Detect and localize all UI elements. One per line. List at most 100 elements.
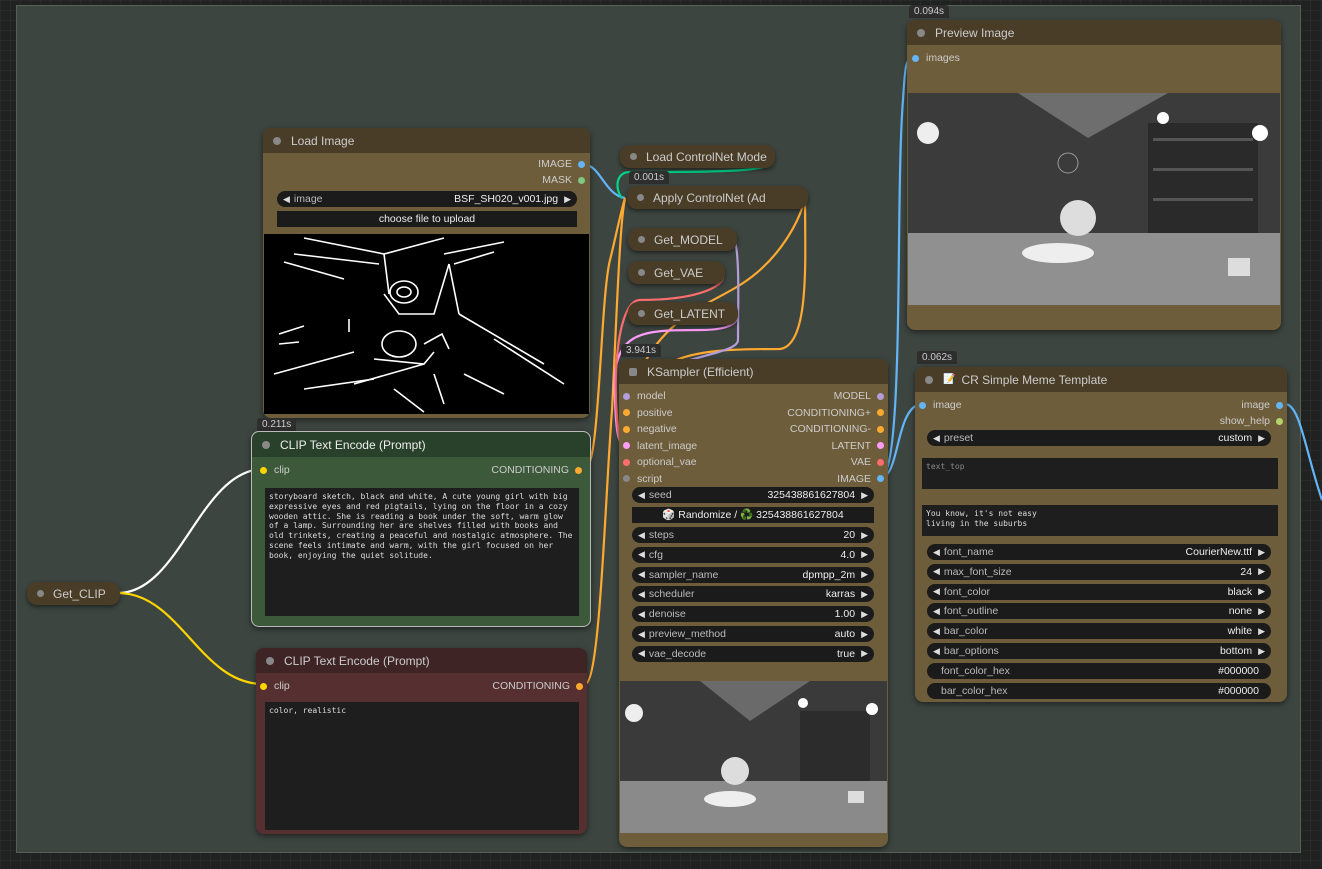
slot-dot-icon[interactable] — [623, 409, 630, 416]
arrow-right-icon[interactable]: ▶ — [861, 490, 868, 501]
input-slot[interactable]: positive — [623, 407, 673, 419]
collapse-dot-icon[interactable] — [629, 367, 637, 376]
text-bottom-textarea[interactable]: You know, it's not easy living in the su… — [922, 505, 1278, 536]
ksampler-widget[interactable]: ◀ cfg 4.0 ▶ — [632, 546, 874, 563]
arrow-left-icon[interactable]: ◀ — [638, 609, 645, 620]
collapse-dot-icon[interactable] — [925, 375, 933, 384]
input-slot[interactable]: latent_image — [623, 440, 697, 452]
slot-dot-icon[interactable] — [623, 442, 630, 449]
output-slot[interactable]: MODEL — [834, 390, 884, 402]
arrow-left-icon[interactable]: ◀ — [638, 569, 645, 580]
input-slot[interactable]: negative — [623, 423, 677, 435]
meme-widget[interactable]: ◀ bar_color white ▶ — [927, 623, 1271, 640]
meme-widget[interactable]: ◀ bar_options bottom ▶ — [927, 643, 1271, 659]
ksampler-widget[interactable]: ◀ preview_method auto ▶ — [632, 626, 874, 642]
arrow-right-icon[interactable]: ▶ — [1258, 433, 1265, 444]
output-conditioning[interactable]: CONDITIONING — [491, 464, 582, 476]
slot-dot-icon[interactable] — [260, 466, 267, 474]
arrow-right-icon[interactable]: ▶ — [1258, 626, 1265, 637]
ksampler-widget[interactable]: ◀ sampler_name dpmpp_2m ▶ — [632, 566, 874, 583]
arrow-right-icon[interactable]: ▶ — [861, 589, 868, 600]
arrow-right-icon[interactable]: ▶ — [1258, 566, 1265, 577]
arrow-left-icon[interactable]: ◀ — [638, 648, 645, 659]
get-vae-node[interactable]: Get_VAE — [628, 261, 725, 284]
arrow-right-icon[interactable]: ▶ — [861, 530, 868, 541]
prompt-textarea[interactable]: color, realistic — [265, 702, 579, 830]
slot-dot-icon[interactable] — [576, 682, 583, 690]
load-image-node[interactable]: Load Image IMAGE MASK ◀ image BSF_SH020_v0… — [263, 128, 590, 418]
arrow-left-icon[interactable]: ◀ — [933, 646, 940, 657]
slot-dot-icon[interactable] — [623, 392, 630, 400]
output-slot[interactable]: IMAGE — [837, 473, 884, 485]
input-clip[interactable]: clip — [260, 680, 290, 692]
arrow-right-icon[interactable]: ▶ — [861, 569, 868, 580]
output-conditioning[interactable]: CONDITIONING — [492, 680, 583, 692]
arrow-left-icon[interactable]: ◀ — [638, 589, 645, 600]
slot-dot-icon[interactable] — [877, 409, 884, 416]
ksampler-widget[interactable]: ◀ vae_decode true ▶ — [632, 645, 874, 662]
slot-dot-icon[interactable] — [623, 458, 630, 466]
arrow-left-icon[interactable]: ◀ — [638, 629, 645, 640]
arrow-right-icon[interactable]: ▶ — [1258, 606, 1265, 617]
output-slot[interactable]: VAE — [851, 456, 884, 468]
arrow-left-icon[interactable]: ◀ — [283, 194, 290, 205]
output-slot[interactable]: LATENT — [832, 440, 884, 452]
arrow-right-icon[interactable]: ▶ — [1258, 547, 1265, 558]
arrow-right-icon[interactable]: ▶ — [1258, 586, 1265, 597]
collapse-dot-icon[interactable] — [638, 236, 645, 243]
arrow-right-icon[interactable]: ▶ — [861, 609, 868, 620]
collapse-dot-icon[interactable] — [637, 194, 644, 201]
load-controlnet-node[interactable]: Load ControlNet Mode — [620, 145, 775, 168]
preset-widget[interactable]: ◀ preset custom ▶ — [927, 430, 1271, 446]
arrow-left-icon[interactable]: ◀ — [933, 566, 940, 577]
slot-dot-icon[interactable] — [877, 392, 884, 400]
arrow-right-icon[interactable]: ▶ — [861, 629, 868, 640]
arrow-left-icon[interactable]: ◀ — [933, 586, 940, 597]
input-image[interactable]: image — [919, 399, 962, 411]
output-image[interactable]: image — [1241, 399, 1283, 411]
meme-widget[interactable]: ◀ font_name CourierNew.ttf ▶ — [927, 544, 1271, 560]
slot-dot-icon[interactable] — [578, 176, 585, 184]
arrow-left-icon[interactable]: ◀ — [933, 547, 940, 558]
slot-dot-icon[interactable] — [919, 401, 926, 409]
output-show-help[interactable]: show_help — [1220, 415, 1283, 427]
arrow-left-icon[interactable]: ◀ — [638, 530, 645, 541]
collapse-dot-icon[interactable] — [37, 590, 44, 597]
slot-dot-icon[interactable] — [260, 682, 267, 690]
apply-controlnet-node[interactable]: Apply ControlNet (Ad — [627, 186, 808, 209]
arrow-left-icon[interactable]: ◀ — [933, 433, 940, 444]
node-canvas[interactable]: Load Image IMAGE MASK ◀ image BSF_SH020_v0… — [0, 0, 1322, 869]
input-slot[interactable]: script — [623, 473, 662, 485]
arrow-left-icon[interactable]: ◀ — [933, 626, 940, 637]
arrow-right-icon[interactable]: ▶ — [861, 648, 868, 659]
seed-widget[interactable]: ◀ seed 325438861627804 ▶ — [632, 487, 874, 503]
collapse-dot-icon[interactable] — [273, 136, 281, 145]
randomize-button[interactable]: 🎲 Randomize / ♻️ 325438861627804 — [632, 507, 874, 523]
slot-dot-icon[interactable] — [877, 475, 884, 482]
output-image[interactable]: IMAGE — [538, 158, 585, 170]
preview-image-node[interactable]: Preview Image images — [907, 20, 1281, 330]
input-images[interactable]: images — [912, 52, 960, 64]
ksampler-widget[interactable]: ◀ scheduler karras ▶ — [632, 586, 874, 603]
arrow-right-icon[interactable]: ▶ — [564, 194, 571, 205]
ksampler-widget[interactable]: ◀ steps 20 ▶ — [632, 527, 874, 543]
text-top-textarea[interactable]: text_top — [922, 458, 1278, 489]
slot-dot-icon[interactable] — [877, 458, 884, 466]
output-slot[interactable]: CONDITIONING+ — [787, 407, 884, 419]
meme-template-node[interactable]: 📝 CR Simple Meme Template image image sho… — [915, 367, 1287, 702]
collapse-dot-icon[interactable] — [262, 440, 270, 449]
output-slot[interactable]: CONDITIONING- — [790, 423, 884, 435]
input-clip[interactable]: clip — [260, 464, 290, 476]
meme-widget[interactable]: ◀ font_outline none ▶ — [927, 603, 1271, 620]
slot-dot-icon[interactable] — [623, 425, 630, 433]
get-clip-node[interactable]: Get_CLIP — [27, 582, 120, 605]
slot-dot-icon[interactable] — [623, 475, 630, 482]
slot-dot-icon[interactable] — [578, 160, 585, 168]
slot-dot-icon[interactable] — [1276, 417, 1283, 425]
collapse-dot-icon[interactable] — [630, 153, 637, 160]
arrow-right-icon[interactable]: ▶ — [861, 549, 868, 560]
clip-text-encode-negative-node[interactable]: CLIP Text Encode (Prompt) clip CONDITION… — [256, 648, 587, 834]
arrow-right-icon[interactable]: ▶ — [1258, 646, 1265, 657]
slot-dot-icon[interactable] — [1276, 401, 1283, 409]
image-select-widget[interactable]: ◀ image BSF_SH020_v001.jpg ▶ — [277, 191, 577, 207]
